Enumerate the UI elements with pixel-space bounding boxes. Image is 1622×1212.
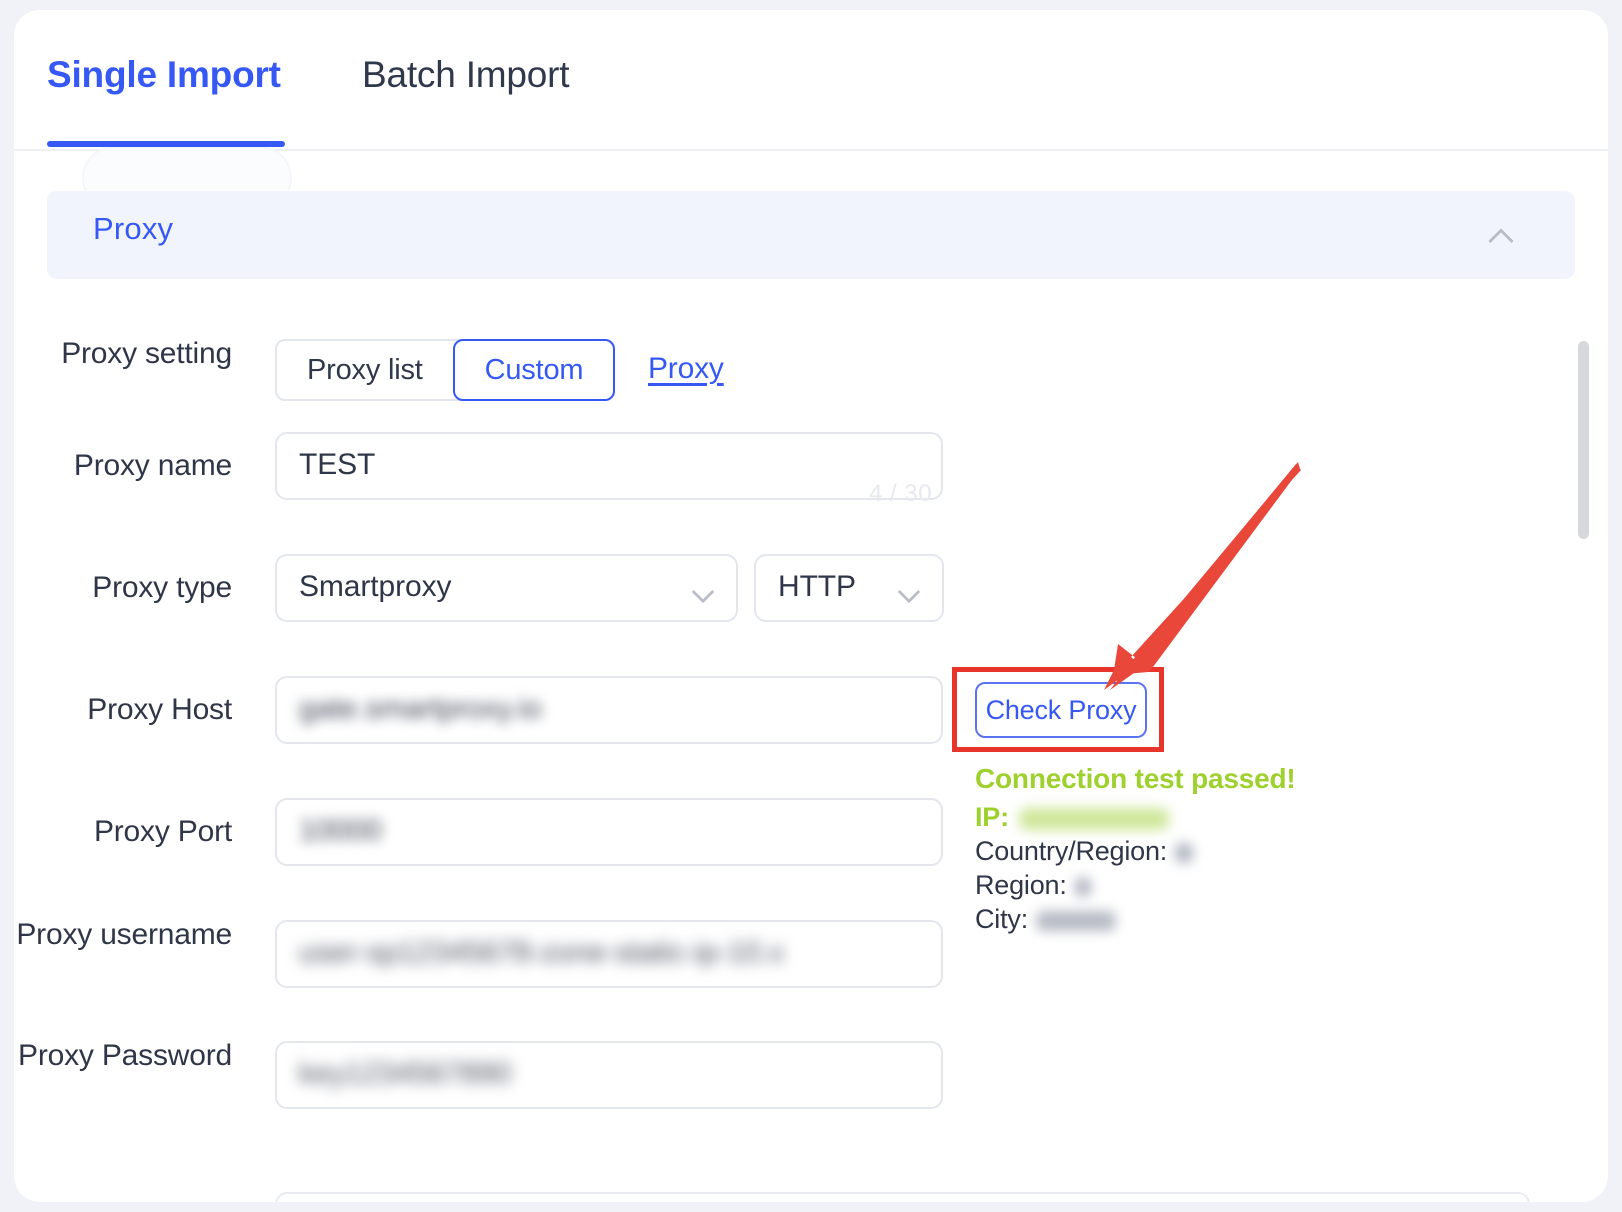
- label-proxy-password: Proxy Password: [18, 1039, 232, 1072]
- result-region-value: [1074, 876, 1091, 897]
- result-region-row: Region:: [975, 868, 1535, 902]
- tab-single-import[interactable]: Single Import: [47, 54, 281, 96]
- proxy-provider-value: Smartproxy: [299, 570, 452, 603]
- label-proxy-type: Proxy type: [92, 571, 232, 604]
- proxy-port-value: 10000: [299, 814, 382, 847]
- form-scrollbar-thumb[interactable]: [1578, 341, 1589, 539]
- form-scrollbar-track[interactable]: [1578, 70, 1590, 1162]
- proxy-provider-select[interactable]: Smartproxy: [275, 554, 738, 622]
- label-proxy-username: Proxy username: [16, 918, 232, 951]
- proxy-host-input[interactable]: gate.smartproxy.io: [275, 676, 943, 744]
- proxy-name-char-counter: 4 / 30: [869, 480, 933, 507]
- result-region-label: Region:: [975, 870, 1067, 900]
- proxy-link[interactable]: Proxy: [648, 352, 724, 386]
- result-status: Connection test passed!: [975, 763, 1296, 794]
- chevron-down-icon: [900, 584, 918, 602]
- label-proxy-host: Proxy Host: [87, 693, 232, 726]
- proxy-section-header[interactable]: Proxy: [47, 191, 1575, 279]
- chevron-up-icon[interactable]: [1489, 224, 1513, 248]
- chevron-down-icon: [694, 584, 712, 602]
- result-country-row: Country/Region:: [975, 834, 1535, 868]
- proxy-username-value: user-sp12345678-zone-static-ip-10.x: [299, 936, 785, 969]
- proxy-protocol-select[interactable]: HTTP: [754, 554, 944, 622]
- tab-batch-import[interactable]: Batch Import: [362, 54, 570, 96]
- result-ip-label: IP:: [975, 802, 1009, 832]
- proxy-name-input[interactable]: TEST: [275, 432, 943, 500]
- check-proxy-button[interactable]: Check Proxy: [975, 682, 1147, 738]
- proxy-name-value: TEST: [299, 448, 376, 481]
- next-field-partial[interactable]: [275, 1192, 1530, 1202]
- segment-proxy-list[interactable]: Proxy list: [277, 341, 453, 399]
- active-tab-indicator: [47, 141, 285, 147]
- label-proxy-port: Proxy Port: [93, 815, 232, 848]
- proxy-password-input[interactable]: key1234567890: [275, 1041, 943, 1109]
- proxy-password-value: key1234567890: [299, 1057, 512, 1090]
- result-city-label: City:: [975, 904, 1029, 934]
- result-country-label: Country/Region:: [975, 836, 1168, 866]
- segment-custom[interactable]: Custom: [452, 339, 616, 401]
- proxy-protocol-value: HTTP: [778, 570, 856, 603]
- result-ip-row: IP:: [975, 800, 1535, 834]
- result-city-value: [1036, 910, 1117, 931]
- tabbar: Single Import Batch Import: [14, 10, 1608, 210]
- proxy-setting-segmented-control: Proxy list Custom: [275, 339, 616, 401]
- proxy-section-title: Proxy: [93, 211, 174, 246]
- result-ip-value: [1018, 807, 1169, 830]
- result-country-value: [1175, 842, 1194, 863]
- result-city-row: City:: [975, 902, 1535, 936]
- label-proxy-setting: Proxy setting: [61, 337, 232, 370]
- connection-test-result: Connection test passed! IP: Country/Regi…: [975, 762, 1535, 936]
- import-proxy-panel: Single Import Batch Import Proxy Proxy s…: [14, 10, 1608, 1202]
- proxy-host-value: gate.smartproxy.io: [299, 692, 542, 725]
- label-proxy-name: Proxy name: [73, 449, 232, 482]
- proxy-username-input[interactable]: user-sp12345678-zone-static-ip-10.x: [275, 920, 943, 988]
- proxy-port-input[interactable]: 10000: [275, 798, 943, 866]
